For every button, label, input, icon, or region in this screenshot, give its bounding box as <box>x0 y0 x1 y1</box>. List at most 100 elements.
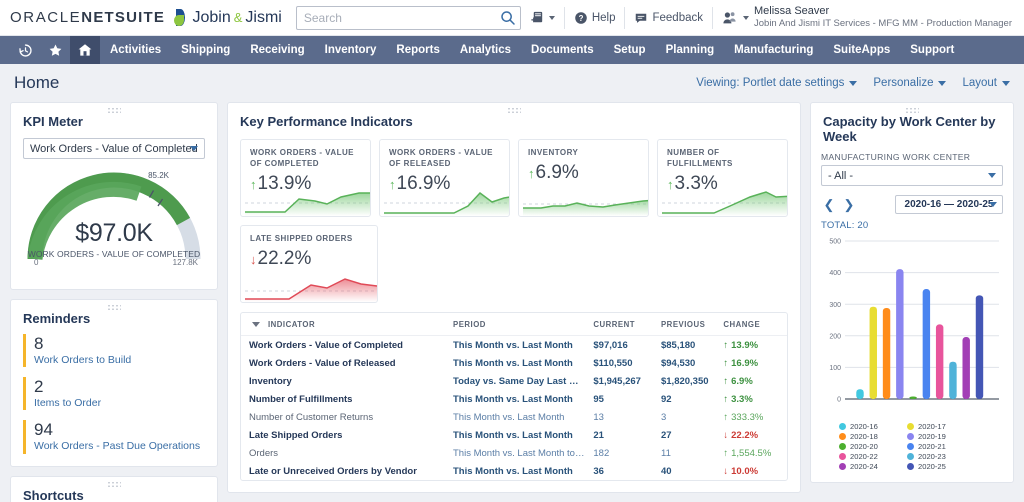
home-button[interactable] <box>70 36 100 64</box>
nav-item-activities[interactable]: Activities <box>100 36 171 64</box>
nav-item-suiteapps[interactable]: SuiteApps <box>823 36 900 64</box>
svg-text:300: 300 <box>829 302 841 309</box>
column-header-current[interactable]: CURRENT <box>589 313 657 336</box>
table-row[interactable]: Late or Unreceived Orders by Vendor This… <box>241 462 787 480</box>
previous-period-button[interactable]: ❮ <box>821 196 837 214</box>
next-period-button[interactable]: ❯ <box>841 196 857 214</box>
kpi-card-work-orders-released[interactable]: WORK ORDERS - VALUE OF RELEASED ↑ 16.9% <box>379 139 510 217</box>
kpi-card-late-shipped-orders[interactable]: LATE SHIPPED ORDERS ↓ 22.2% <box>240 225 378 303</box>
reminder-item[interactable]: 94 Work Orders - Past Due Operations <box>23 420 205 454</box>
table-row[interactable]: Work Orders - Value of Released This Mon… <box>241 354 787 372</box>
gauge-max-label: 127.8K <box>172 258 198 267</box>
bar-2020-19[interactable] <box>896 269 904 399</box>
table-row[interactable]: Number of Fulfillments This Month vs. La… <box>241 390 787 408</box>
legend-item-2020-17[interactable]: 2020-17 <box>907 422 965 431</box>
nav-item-receiving[interactable]: Receiving <box>240 36 314 64</box>
nav-item-setup[interactable]: Setup <box>604 36 656 64</box>
cell-period[interactable]: This Month vs. Last Month <box>449 336 589 355</box>
table-row[interactable]: Work Orders - Value of Completed This Mo… <box>241 336 787 355</box>
portlet-drag-handle[interactable] <box>107 304 121 311</box>
column-header-indicator[interactable]: INDICATOR <box>241 313 449 336</box>
nav-item-support[interactable]: Support <box>900 36 964 64</box>
nav-item-manufacturing[interactable]: Manufacturing <box>724 36 823 64</box>
bar-2020-20[interactable] <box>909 396 917 399</box>
viewing-portlet-date-settings-dropdown[interactable]: Viewing: Portlet date settings <box>696 77 858 89</box>
legend-item-2020-21[interactable]: 2020-21 <box>907 442 965 451</box>
search-icon[interactable] <box>500 10 516 26</box>
legend-item-2020-24[interactable]: 2020-24 <box>839 462 897 471</box>
layout-dropdown[interactable]: Layout <box>962 77 1010 89</box>
bar-2020-22[interactable] <box>935 324 944 399</box>
oracle-netsuite-logo: ORACLENETSUITE <box>10 9 165 26</box>
kpi-card-value-row: ↑ 6.9% <box>519 159 648 184</box>
bar-2020-25[interactable] <box>975 295 984 399</box>
nav-item-shipping[interactable]: Shipping <box>171 36 240 64</box>
bar-chart-svg: 0 100 200 300 400 500 <box>829 239 999 404</box>
bar-2020-16[interactable] <box>856 389 864 399</box>
cell-period[interactable]: This Month vs. Last Month <box>449 354 589 372</box>
bar-2020-23[interactable] <box>949 361 957 399</box>
column-header-change[interactable]: CHANGE <box>719 313 787 336</box>
personalize-dropdown[interactable]: Personalize <box>873 77 947 89</box>
table-row[interactable]: Inventory Today vs. Same Day Last Month … <box>241 372 787 390</box>
nav-item-planning[interactable]: Planning <box>656 36 725 64</box>
cell-period[interactable]: This Month vs. Last Month <box>449 426 589 444</box>
table-row[interactable]: Number of Customer Returns This Month vs… <box>241 408 787 426</box>
portlet-drag-handle[interactable] <box>107 480 121 488</box>
portlet-drag-handle[interactable] <box>905 107 919 114</box>
portlet-drag-handle[interactable] <box>107 107 121 114</box>
legend-item-2020-16[interactable]: 2020-16 <box>839 422 897 431</box>
bar-2020-18[interactable] <box>882 307 891 399</box>
sparkline-chart <box>245 192 370 216</box>
quick-add-button[interactable] <box>521 7 564 29</box>
cell-current: 21 <box>593 429 604 441</box>
search-input[interactable] <box>295 5 521 30</box>
favorites-button[interactable] <box>40 36 70 64</box>
cell-period[interactable]: This Month vs. Last Month <box>449 462 589 480</box>
kpi-card-work-orders-completed[interactable]: WORK ORDERS - VALUE OF COMPLETED ↑ 13.9% <box>240 139 371 217</box>
kpi-card-label: INVENTORY <box>528 148 579 157</box>
feedback-button[interactable]: Feedback <box>625 7 712 29</box>
legend-item-2020-22[interactable]: 2020-22 <box>839 452 897 461</box>
capacity-total-value: 20 <box>857 220 869 231</box>
account-logo-amp: & <box>233 10 243 25</box>
nav-item-documents[interactable]: Documents <box>521 36 604 64</box>
legend-item-2020-18[interactable]: 2020-18 <box>839 432 897 441</box>
column-header-previous[interactable]: PREVIOUS <box>656 313 720 336</box>
reminder-item[interactable]: 8 Work Orders to Build <box>23 334 205 368</box>
recent-records-button[interactable] <box>10 36 40 64</box>
kpi-meter-select[interactable]: Work Orders - Value of Completed <box>23 138 205 159</box>
table-row[interactable]: Late Shipped Orders This Month vs. Last … <box>241 426 787 444</box>
reminder-item[interactable]: 2 Items to Order <box>23 377 205 411</box>
cell-period[interactable]: This Month vs. Last Month to Date <box>449 444 589 462</box>
sort-descending-icon[interactable] <box>252 322 260 327</box>
bar-2020-24[interactable] <box>962 337 970 399</box>
reminder-label[interactable]: Work Orders - Past Due Operations <box>34 440 205 454</box>
legend-item-2020-19[interactable]: 2020-19 <box>907 432 965 441</box>
cell-period[interactable]: Today vs. Same Day Last Month <box>449 372 589 390</box>
cell-period[interactable]: This Month vs. Last Month <box>449 408 589 426</box>
nav-item-inventory[interactable]: Inventory <box>315 36 387 64</box>
legend-item-2020-23[interactable]: 2020-23 <box>907 452 965 461</box>
bar-2020-21[interactable] <box>922 289 931 399</box>
reminder-label[interactable]: Items to Order <box>34 397 205 411</box>
kpi-card-inventory[interactable]: INVENTORY ↑ 6.9% <box>518 139 649 217</box>
user-menu[interactable]: Melissa Seaver Jobin And Jismi IT Servic… <box>713 5 1014 31</box>
help-button[interactable]: ? Help <box>565 7 625 29</box>
nav-item-analytics[interactable]: Analytics <box>450 36 521 64</box>
column-header-period[interactable]: PERIOD <box>449 313 590 336</box>
table-row[interactable]: Orders This Month vs. Last Month to Date… <box>241 444 787 462</box>
date-range-select[interactable]: 2020-16 — 2020-25 <box>895 195 1003 214</box>
cell-period[interactable]: This Month vs. Last Month <box>449 390 589 408</box>
reminder-label[interactable]: Work Orders to Build <box>34 354 205 368</box>
legend-item-2020-25[interactable]: 2020-25 <box>907 462 965 471</box>
trend-up-icon: ↑ <box>528 165 535 181</box>
legend-item-2020-20[interactable]: 2020-20 <box>839 442 897 451</box>
kpi-card-row-2-spacer <box>386 225 788 303</box>
chevron-down-icon <box>989 202 997 207</box>
work-center-select[interactable]: - All - <box>821 165 1003 186</box>
kpi-card-number-of-fulfillments[interactable]: NUMBER OF FULFILLMENTS ↑ 3.3% <box>657 139 788 217</box>
nav-item-reports[interactable]: Reports <box>386 36 449 64</box>
portlet-drag-handle[interactable] <box>507 107 521 114</box>
bar-2020-17[interactable] <box>869 306 877 399</box>
